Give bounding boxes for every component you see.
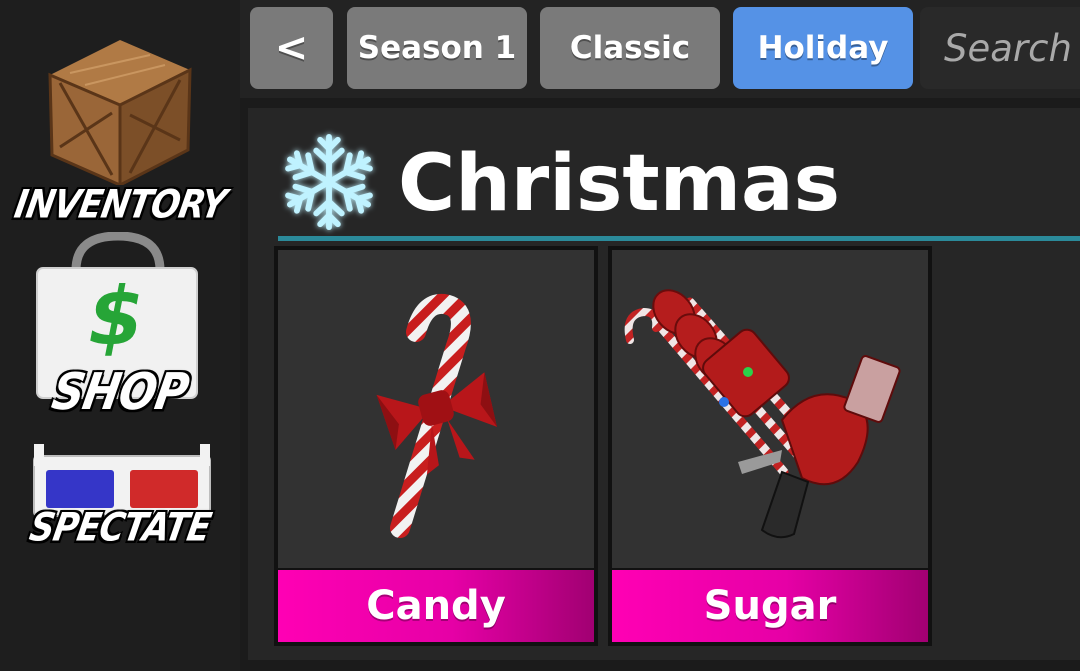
search-input[interactable]	[920, 7, 1080, 89]
item-card-candy[interactable]: Candy	[274, 246, 598, 646]
item-image	[612, 250, 928, 568]
section-title: Christmas	[398, 139, 841, 229]
sidebar-item-spectate[interactable]: SPECTATE	[0, 440, 240, 580]
sidebar-item-label: SHOP	[47, 363, 193, 422]
sidebar: INVENTORY $ SHOP SPECTATE	[0, 0, 240, 671]
sidebar-item-label: INVENTORY	[11, 182, 229, 228]
sidebar-item-shop[interactable]: $ SHOP	[0, 232, 240, 427]
crate-icon	[48, 40, 192, 185]
item-card-sugar[interactable]: Sugar	[608, 246, 932, 646]
candy-cane-gun-icon	[624, 289, 901, 539]
item-image	[278, 250, 594, 568]
svg-text:$: $	[88, 270, 144, 363]
tab-season-1[interactable]: Season 1	[347, 7, 527, 89]
section-divider	[278, 236, 1080, 241]
sidebar-item-label: SPECTATE	[26, 505, 214, 551]
item-name: Sugar	[612, 570, 928, 642]
tab-holiday[interactable]: Holiday	[733, 7, 913, 89]
item-name: Candy	[278, 570, 594, 642]
candy-cane-icon	[376, 293, 497, 538]
tab-classic[interactable]: Classic	[540, 7, 720, 89]
back-button[interactable]: <	[250, 7, 333, 89]
snowflake-icon	[278, 133, 380, 236]
sidebar-item-inventory[interactable]: INVENTORY	[0, 30, 240, 228]
